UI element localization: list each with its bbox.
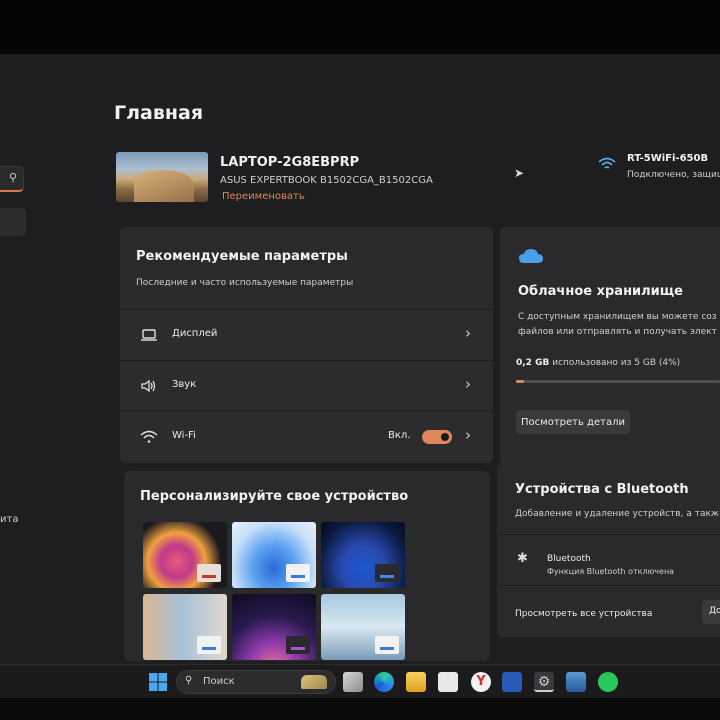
wifi-toggle[interactable] bbox=[422, 430, 452, 444]
page-title: Главная bbox=[114, 102, 204, 124]
whatsapp-icon[interactable] bbox=[598, 672, 618, 692]
screen-bezel bbox=[0, 0, 720, 54]
card-title: Устройства с Bluetooth bbox=[515, 482, 689, 497]
bluetooth-device-row[interactable]: ✱ bbox=[497, 534, 720, 586]
windows-start-icon[interactable] bbox=[148, 672, 168, 692]
wifi-icon[interactable] bbox=[598, 156, 616, 172]
search-icon: ⚲ bbox=[8, 171, 17, 184]
card-subtitle: Последние и часто используемые параметры bbox=[136, 278, 354, 288]
storage-usage-value: 0,2 GB bbox=[516, 358, 550, 368]
cloud-storage-card: Облачное хранилище С доступным хранилище… bbox=[500, 227, 720, 463]
device-name: LAPTOP-2G8EBPRP bbox=[220, 155, 360, 170]
yandex-browser-icon[interactable]: Y bbox=[471, 672, 491, 692]
app-icon[interactable] bbox=[502, 672, 522, 692]
taskbar-search-input[interactable]: ⚲ Поиск bbox=[176, 670, 336, 694]
settings-row-wifi[interactable]: Wi-Fi Вкл. › bbox=[120, 411, 493, 461]
card-title: Персонализируйте свое устройство bbox=[140, 489, 409, 504]
wallpaper-theme-3[interactable] bbox=[321, 522, 405, 588]
search-icon: ⚲ bbox=[185, 675, 193, 686]
wifi-icon bbox=[140, 430, 158, 443]
bluetooth-devices-card: Устройства с Bluetooth Добавление и удал… bbox=[497, 462, 720, 637]
task-view-icon[interactable] bbox=[343, 672, 363, 692]
bluetooth-device-name: Bluetooth bbox=[547, 554, 591, 564]
toggle-state-label: Вкл. bbox=[388, 430, 411, 441]
edge-browser-icon[interactable] bbox=[374, 672, 394, 692]
wallpaper-theme-6[interactable] bbox=[321, 594, 405, 660]
settings-row-label: Дисплей bbox=[172, 328, 218, 339]
network-status: Подключено, защищ bbox=[627, 170, 720, 180]
personalize-card: Персонализируйте свое устройство bbox=[124, 471, 490, 661]
bluetooth-icon: ✱ bbox=[517, 551, 528, 566]
settings-gear-icon[interactable]: ⚙ bbox=[534, 672, 554, 692]
wallpaper-theme-4[interactable] bbox=[143, 594, 227, 660]
rename-link[interactable]: Переименовать bbox=[222, 191, 305, 202]
card-title: Рекомендуемые параметры bbox=[136, 249, 348, 264]
search-highlight-icon bbox=[301, 675, 327, 689]
settings-row-sound[interactable]: Звук › bbox=[120, 360, 493, 410]
network-name[interactable]: RT-5WiFi-650B bbox=[627, 153, 708, 164]
card-subtitle: Добавление и удаление устройств, а такж bbox=[515, 509, 720, 519]
wallpaper-theme-1[interactable] bbox=[143, 522, 227, 588]
settings-row-label: Звук bbox=[172, 379, 197, 390]
view-details-button[interactable]: Посмотреть детали bbox=[516, 410, 630, 434]
mouse-cursor-icon: ➤ bbox=[514, 166, 525, 180]
microsoft-store-icon[interactable] bbox=[438, 672, 458, 692]
photos-icon[interactable] bbox=[566, 672, 586, 692]
file-explorer-icon[interactable] bbox=[406, 672, 426, 692]
storage-usage-label: использовано из 5 GB (4%) bbox=[549, 358, 681, 368]
add-device-button[interactable]: До bbox=[702, 600, 720, 624]
sidebar-search-input[interactable]: ⚲ bbox=[0, 166, 24, 192]
card-description: С доступным хранилищем вы можете соз bbox=[518, 312, 717, 322]
chevron-right-icon: › bbox=[465, 375, 471, 393]
settings-row-label: Wi-Fi bbox=[172, 430, 196, 441]
device-model: ASUS EXPERTBOOK B1502CGA_B1502CGA bbox=[220, 175, 433, 186]
recommended-settings-card: Рекомендуемые параметры Последние и част… bbox=[120, 227, 493, 463]
view-all-devices-link[interactable]: Просмотреть все устройства bbox=[515, 609, 652, 619]
sidebar-item-home[interactable] bbox=[0, 208, 26, 236]
storage-usage-text: 0,2 GB использовано из 5 GB (4%) bbox=[516, 358, 680, 368]
card-title: Облачное хранилище bbox=[518, 284, 683, 299]
wallpaper-theme-5[interactable] bbox=[232, 594, 316, 660]
taskbar: ⚲ Поиск Y ⚙ bbox=[0, 664, 720, 698]
laptop-icon bbox=[141, 329, 157, 341]
speaker-icon bbox=[141, 379, 156, 393]
cloud-icon bbox=[519, 249, 543, 263]
taskbar-search-placeholder: Поиск bbox=[203, 676, 235, 687]
storage-progress-fill bbox=[516, 380, 525, 383]
chevron-right-icon: › bbox=[465, 426, 471, 444]
wallpaper-theme-2[interactable] bbox=[232, 522, 316, 588]
card-description: файлов или отправлять и получать элект bbox=[518, 327, 717, 337]
bluetooth-device-status: Функция Bluetooth отключена bbox=[547, 567, 675, 576]
chevron-right-icon: › bbox=[465, 324, 471, 342]
storage-progress-bar bbox=[516, 380, 720, 383]
sidebar-item-label[interactable]: ита bbox=[0, 514, 18, 525]
device-wallpaper-thumbnail bbox=[116, 152, 208, 202]
screen-bezel bbox=[0, 698, 720, 720]
settings-row-display[interactable]: Дисплей › bbox=[120, 309, 493, 359]
